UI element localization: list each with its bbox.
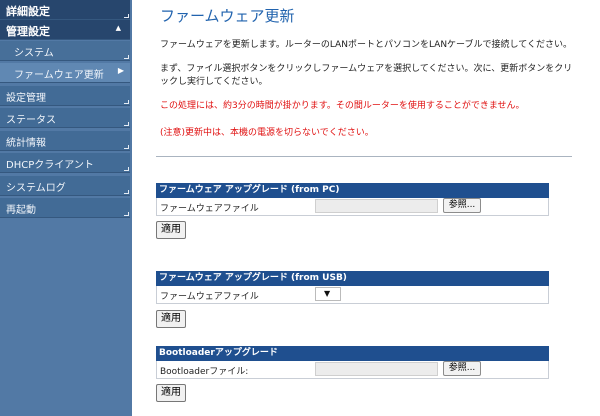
sidebar-item-reboot[interactable]: 再起動 — [0, 198, 130, 218]
sidebar: 詳細設定 管理設定 ▲ システム ファームウェア更新 ▶ 設定管理 ステータス … — [0, 0, 132, 416]
section-header-bootloader: Bootloaderアップグレード — [156, 346, 549, 361]
sidebar-item-label: 統計情報 — [6, 138, 46, 149]
firmware-file-row-pc: ファームウェアファイル 参照... — [156, 198, 549, 216]
browse-button[interactable]: 参照... — [443, 198, 481, 213]
bootloader-file-input[interactable] — [315, 362, 438, 376]
corner-icon — [124, 190, 129, 194]
section-header-usb: ファームウェア アップグレード (from USB) — [156, 271, 549, 286]
sidebar-item-firmware-update[interactable]: ファームウェア更新 ▶ — [0, 63, 130, 83]
sidebar-group-admin[interactable]: 管理設定 ▲ — [0, 20, 130, 40]
bootloader-file-label: Bootloaderファイル: — [160, 367, 249, 377]
sidebar-item-advanced[interactable]: 詳細設定 — [0, 0, 130, 20]
chevron-right-icon: ▶ — [117, 66, 124, 75]
sidebar-item-label: 再起動 — [6, 205, 36, 216]
corner-icon — [124, 100, 129, 104]
sidebar-item-label: ステータス — [6, 115, 56, 126]
firmware-file-label: ファームウェアファイル — [160, 204, 259, 214]
sidebar-item-label: システムログ — [6, 183, 66, 194]
apply-button-bootloader[interactable]: 適用 — [156, 384, 186, 402]
instruction-text: まず、ファイル選択ボタンをクリックしファームウェアを選択してください。次に、更新… — [160, 64, 573, 87]
corner-icon — [124, 145, 129, 149]
sidebar-item-system[interactable]: システム — [0, 41, 130, 61]
warning-power-text: (注意)更新中は、本機の電源を切らないでください。 — [160, 128, 374, 138]
apply-button-pc[interactable]: 適用 — [156, 221, 186, 239]
sidebar-item-label: 設定管理 — [6, 93, 46, 104]
sidebar-item-statistics[interactable]: 統計情報 — [0, 131, 130, 151]
sidebar-item-dhcp-client[interactable]: DHCPクライアント — [0, 153, 130, 173]
corner-icon — [124, 212, 129, 216]
sidebar-item-status[interactable]: ステータス — [0, 108, 130, 128]
sidebar-item-label: DHCPクライアント — [6, 160, 94, 171]
sidebar-item-label: 管理設定 — [6, 25, 50, 38]
firmware-file-input[interactable] — [315, 199, 438, 213]
firmware-file-row-usb: ファームウェアファイル ▼ — [156, 286, 549, 304]
chevron-down-icon: ▼ — [324, 289, 331, 298]
corner-icon — [124, 14, 129, 18]
sidebar-item-label: ファームウェア更新 — [14, 70, 104, 81]
section-header-pc: ファームウェア アップグレード (from PC) — [156, 183, 549, 198]
sidebar-item-label: システム — [14, 48, 54, 59]
description-text: ファームウェアを更新します。ルーターのLANポートとパソコンをLANケーブルで接… — [160, 40, 572, 50]
apply-button-usb[interactable]: 適用 — [156, 310, 186, 328]
corner-icon — [124, 122, 129, 126]
sidebar-item-label: 詳細設定 — [6, 5, 50, 18]
firmware-file-label: ファームウェアファイル — [160, 292, 259, 302]
page-title: ファームウェア更新 — [160, 7, 295, 25]
divider — [156, 156, 572, 157]
corner-icon — [124, 55, 129, 59]
sidebar-item-config[interactable]: 設定管理 — [0, 86, 130, 106]
sidebar-item-system-log[interactable]: システムログ — [0, 176, 130, 196]
usb-file-select[interactable]: ▼ — [315, 287, 341, 301]
chevron-up-icon: ▲ — [115, 24, 121, 32]
warning-duration-text: この処理には、約3分の時間が掛かります。その間ルーターを使用することができません… — [160, 101, 525, 111]
bootloader-file-row: Bootloaderファイル: 参照... — [156, 361, 549, 379]
corner-icon — [124, 167, 129, 171]
browse-button[interactable]: 参照... — [443, 361, 481, 376]
